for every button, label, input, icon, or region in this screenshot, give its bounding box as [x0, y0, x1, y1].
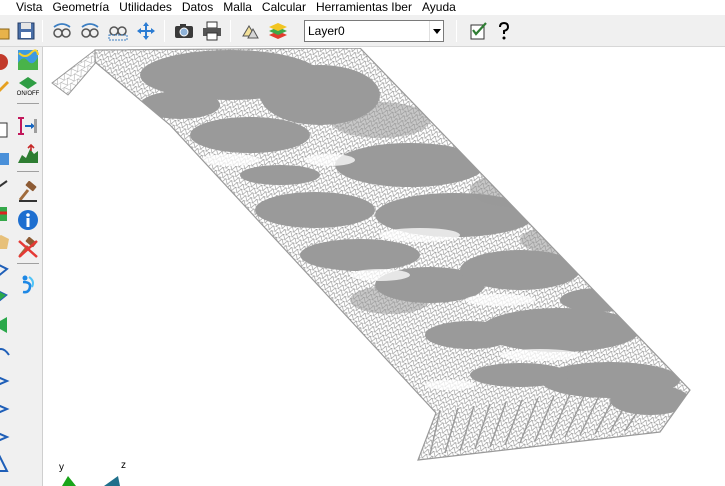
partial-tool-icon[interactable]	[0, 147, 11, 169]
partial-tool-icon[interactable]	[0, 119, 11, 141]
menu-herramientas-iber[interactable]: Herramientas Iber	[311, 0, 417, 15]
info-icon[interactable]	[17, 209, 39, 231]
iber-logo-icon[interactable]	[17, 273, 39, 295]
layer-toggle-icon[interactable]	[238, 19, 262, 43]
menu-malla[interactable]: Malla	[218, 0, 257, 15]
delete-tool-icon[interactable]	[17, 237, 39, 259]
partial-tool-icon[interactable]	[0, 175, 11, 197]
menu-calcular[interactable]: Calcular	[257, 0, 311, 15]
menu-bar: Vista Geometría Utilidades Datos Malla C…	[0, 0, 725, 15]
layer-select-value: Layer0	[308, 24, 345, 38]
rotate-view-icon[interactable]	[50, 19, 74, 43]
partial-tool-icon[interactable]	[0, 397, 11, 419]
zoom-view-icon[interactable]	[78, 19, 102, 43]
partial-tool-icon[interactable]	[0, 313, 11, 335]
partial-tool-icon[interactable]	[0, 77, 11, 99]
partial-tool-icon[interactable]	[0, 285, 11, 307]
camera-icon[interactable]	[172, 19, 196, 43]
pan-icon[interactable]	[134, 19, 158, 43]
menu-ayuda[interactable]: Ayuda	[417, 0, 461, 15]
partial-tool-icon[interactable]	[0, 51, 11, 73]
partial-tool-icon[interactable]	[0, 425, 11, 447]
mesh-view	[51, 48, 691, 461]
left-toolbar: ON/OFF	[0, 47, 43, 486]
chevron-down-icon[interactable]	[429, 21, 443, 41]
main-toolbar: Layer0	[0, 15, 725, 47]
help-icon[interactable]	[492, 19, 516, 43]
partial-tool-icon[interactable]	[0, 203, 11, 225]
svg-text:ON/OFF: ON/OFF	[17, 91, 39, 97]
axes-indicator: y z	[54, 459, 144, 486]
menu-geometria[interactable]: Geometría	[47, 0, 114, 15]
axis-arrows-icon	[62, 476, 120, 486]
partial-tool-icon[interactable]	[0, 259, 11, 281]
partial-tool-icon[interactable]	[0, 369, 11, 391]
save-icon[interactable]	[14, 19, 38, 43]
partial-tool-icon[interactable]	[0, 453, 11, 475]
dimension-icon[interactable]	[17, 115, 39, 137]
print-icon[interactable]	[200, 19, 224, 43]
partial-tool-icon[interactable]	[0, 341, 11, 363]
menu-utilidades[interactable]: Utilidades	[114, 0, 177, 15]
menu-vista[interactable]: Vista	[0, 0, 47, 15]
menu-datos[interactable]: Datos	[177, 0, 218, 15]
partial-tool-icon[interactable]	[0, 231, 11, 253]
map-terrain-icon[interactable]	[17, 49, 39, 71]
on-off-icon[interactable]: ON/OFF	[17, 75, 39, 97]
check-edit-icon[interactable]	[466, 19, 490, 43]
layer-select[interactable]: Layer0	[304, 20, 444, 42]
zoom-frame-icon[interactable]	[106, 19, 130, 43]
profile-icon[interactable]	[17, 143, 39, 165]
open-icon[interactable]	[0, 19, 12, 43]
graphics-canvas[interactable]	[44, 48, 725, 486]
layers-icon[interactable]	[266, 19, 290, 43]
hammer-icon[interactable]	[17, 181, 39, 203]
